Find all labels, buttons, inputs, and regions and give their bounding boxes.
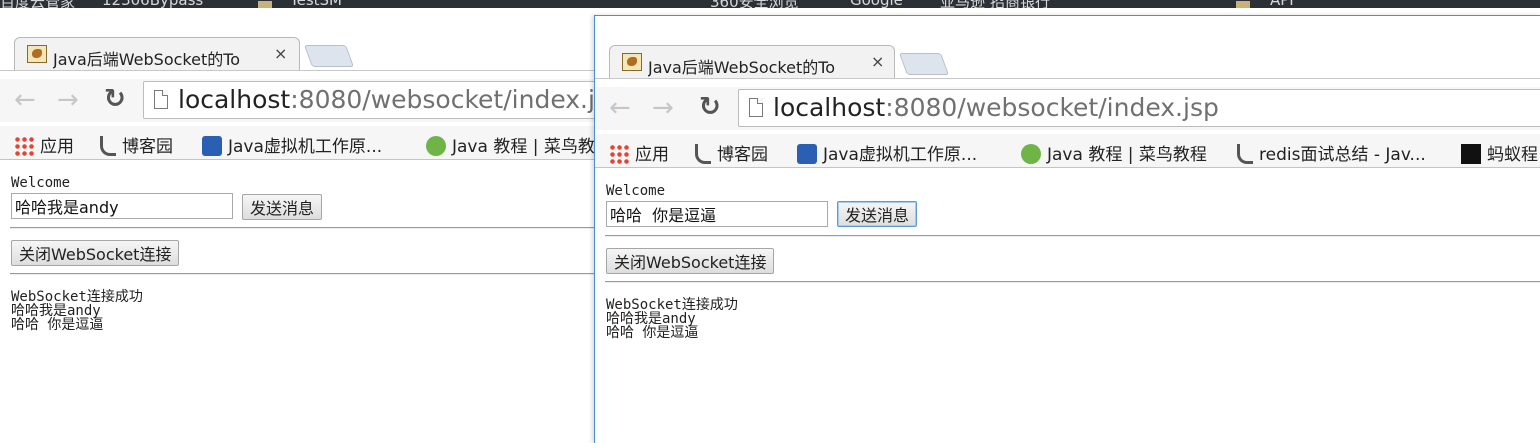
cnblogs-icon [695,144,711,164]
new-tab-button[interactable] [303,45,355,67]
bookmark-label: Java虚拟机工作原... [823,145,978,165]
divider [605,235,1540,237]
url-text: localhost:8080/websocket/index.jsp [773,93,1219,122]
url-path: :8080/websocket/index.jsp [290,85,600,114]
back-arrow-icon[interactable]: ← [609,95,631,121]
tab-strip-border [595,78,1540,79]
bookmark-label: Java虚拟机工作原... [228,137,383,157]
url-path: :8080/websocket/index.jsp [885,93,1219,122]
page-icon [749,98,763,117]
message-input[interactable] [11,193,233,219]
bookmark-redis[interactable]: redis面试总结 - Jav... [1237,140,1426,165]
send-message-button[interactable]: 发送消息 [242,194,323,220]
browser-tab[interactable]: Java后端WebSocket的To × [14,37,300,70]
tab-title: Java后端WebSocket的To [53,50,241,69]
browser-window-left: Java后端WebSocket的To × ← → ↻ localhost:808… [0,8,600,442]
divider [10,227,600,229]
taskbar-item[interactable]: Google [850,0,903,8]
log-line: 哈哈我是andy [606,311,696,327]
bookmark-runoob[interactable]: Java 教程 | 菜鸟教 [426,132,595,157]
bookmark-apps[interactable]: 应用 [609,140,669,165]
bookmark-cnblogs[interactable]: 博客园 [100,132,173,157]
tab-title: Java后端WebSocket的To [648,58,836,77]
forward-arrow-icon[interactable]: → [652,95,674,121]
cnblogs-icon [1237,144,1253,164]
bookmarks-bar: 应用 博客园 Java虚拟机工作原... Java 教程 | 菜鸟教 [0,126,600,160]
page-content: Welcome 发送消息 关闭WebSocket连接 WebSocket连接成功… [595,168,1540,443]
browser-tab[interactable]: Java后端WebSocket的To × [609,45,895,78]
runoob-icon [426,136,446,156]
new-tab-button[interactable] [898,53,950,75]
url-text: localhost:8080/websocket/index.jsp [178,85,600,114]
browser-window-right: Java后端WebSocket的To × ← → ↻ localhost:808… [594,15,1540,443]
baidu-icon [797,144,817,164]
cnblogs-icon [100,136,116,156]
welcome-text: Welcome [11,175,71,191]
bookmark-label: 蚂蚁程 [1487,145,1538,165]
divider [10,273,600,275]
bookmark-label: Java 教程 | 菜鸟教程 [1047,145,1207,165]
close-websocket-button[interactable]: 关闭WebSocket连接 [11,240,180,266]
taskbar-item[interactable]: API [1270,0,1294,8]
message-log: WebSocket连接成功 哈哈我是andy 哈哈 你是逗逼 [11,290,143,332]
folder-icon [258,1,272,8]
taskbar: 百度云管家 12306Bypass TestSM 360安全浏览 Google … [0,0,1540,8]
bookmark-label: 博客园 [122,137,173,157]
tomcat-favicon-icon [622,53,642,71]
url-host: localhost [178,85,291,114]
taskbar-item[interactable]: 360安全浏览 [710,0,799,8]
divider [605,281,1540,283]
bookmark-jvm[interactable]: Java虚拟机工作原... [797,140,977,165]
taskbar-item[interactable]: TestSM [290,0,342,8]
url-host: localhost [773,93,886,122]
log-line: 哈哈 你是逗逼 [606,325,699,341]
bookmarks-bar: 应用 博客园 Java虚拟机工作原... Java 教程 | 菜鸟教程 redi… [595,134,1540,168]
send-message-button[interactable]: 发送消息 [837,201,918,227]
welcome-text: Welcome [606,183,666,199]
address-bar[interactable]: localhost:8080/websocket/index.jsp [143,81,600,119]
taskbar-item[interactable]: 亚马逊 [940,0,985,8]
tab-strip: Java后端WebSocket的To × [0,8,600,71]
message-input[interactable] [606,201,828,227]
bookmark-label: redis面试总结 - Jav... [1259,145,1426,165]
tab-strip-border [0,70,600,71]
bookmark-jvm[interactable]: Java虚拟机工作原... [202,132,382,157]
tomcat-favicon-icon [27,45,47,63]
message-log: WebSocket连接成功 哈哈我是andy 哈哈 你是逗逼 [606,298,738,340]
log-line: 哈哈我是andy [11,303,101,319]
close-websocket-button[interactable]: 关闭WebSocket连接 [606,248,775,274]
bookmark-label: 应用 [40,137,74,157]
taskbar-item[interactable]: 百度云管家 [0,0,75,8]
page-icon [154,90,168,109]
close-tab-icon[interactable]: × [274,44,287,63]
baidu-icon [202,136,222,156]
bookmark-label: 博客园 [717,145,768,165]
mayi-logo-icon [1461,144,1481,164]
bookmark-label: 应用 [635,145,669,165]
bookmark-runoob[interactable]: Java 教程 | 菜鸟教程 [1021,140,1207,165]
bookmark-label: Java 教程 | 菜鸟教 [452,137,595,157]
toolbar: ← → ↻ localhost:8080/websocket/index.jsp [0,79,600,122]
taskbar-item[interactable]: 12306Bypass [102,0,203,8]
log-line: 哈哈 你是逗逼 [11,317,104,333]
toolbar: ← → ↻ localhost:8080/websocket/index.jsp [595,87,1540,130]
bookmark-mayi[interactable]: 蚂蚁程 [1461,140,1538,165]
page-content: Welcome 发送消息 关闭WebSocket连接 WebSocket连接成功… [0,160,600,442]
apps-grid-icon [14,136,34,156]
reload-icon[interactable]: ↻ [104,86,126,112]
reload-icon[interactable]: ↻ [699,94,721,120]
runoob-icon [1021,144,1041,164]
forward-arrow-icon[interactable]: → [57,87,79,113]
close-tab-icon[interactable]: × [871,52,884,71]
apps-grid-icon [609,144,629,164]
bookmark-apps[interactable]: 应用 [14,132,74,157]
folder-icon [1236,1,1250,8]
taskbar-item[interactable]: 招商银行 [990,0,1050,8]
address-bar[interactable]: localhost:8080/websocket/index.jsp [738,89,1540,127]
tab-strip: Java后端WebSocket的To × [595,16,1540,79]
bookmark-cnblogs[interactable]: 博客园 [695,140,768,165]
log-line: WebSocket连接成功 [606,297,738,313]
log-line: WebSocket连接成功 [11,289,143,305]
back-arrow-icon[interactable]: ← [14,87,36,113]
